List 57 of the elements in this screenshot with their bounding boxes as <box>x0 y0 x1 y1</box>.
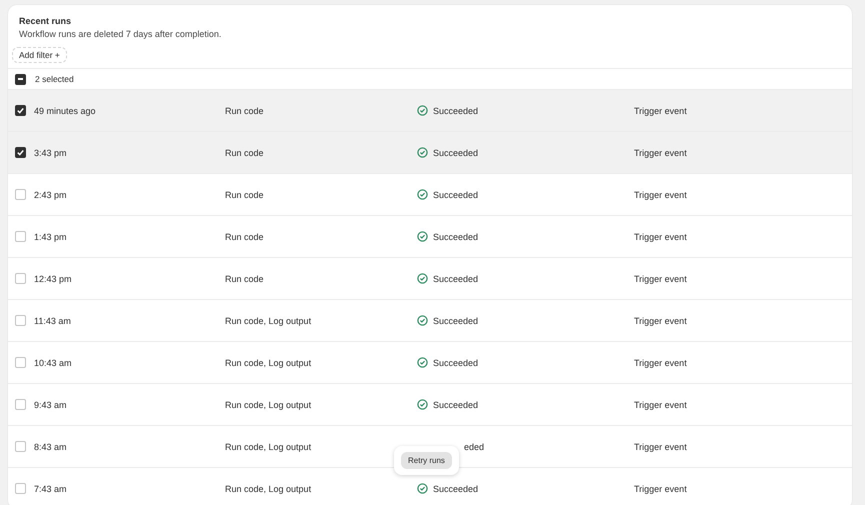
row-checkbox[interactable] <box>15 105 26 116</box>
run-steps: Run code, Log output <box>225 358 312 368</box>
run-steps: Run code <box>225 148 264 158</box>
trigger-text: Trigger event <box>634 400 687 410</box>
status-text: Succeeded <box>433 106 478 116</box>
check-circle-icon <box>417 399 428 410</box>
run-steps: Run code <box>225 274 264 284</box>
run-time: 1:43 pm <box>34 232 67 242</box>
check-circle-icon <box>417 357 428 368</box>
status-text: Succeeded <box>433 484 478 494</box>
check-circle-icon <box>417 189 428 200</box>
run-time: 8:43 am <box>34 442 67 452</box>
run-steps: Run code, Log output <box>225 316 312 326</box>
selection-count: 2 selected <box>35 74 74 84</box>
trigger-text: Trigger event <box>634 316 687 326</box>
trigger-text: Trigger event <box>634 442 687 452</box>
trigger-text: Trigger event <box>634 232 687 242</box>
run-time: 3:43 pm <box>34 148 67 158</box>
run-steps: Run code, Log output <box>225 400 312 410</box>
status-text: Succeeded <box>433 358 478 368</box>
status-text: Succeeded <box>433 400 478 410</box>
check-circle-icon <box>417 147 428 158</box>
run-steps: Run code <box>225 232 264 242</box>
trigger-text: Trigger event <box>634 358 687 368</box>
check-circle-icon <box>417 483 428 494</box>
check-circle-icon <box>417 273 428 284</box>
check-circle-icon <box>417 231 428 242</box>
select-all-checkbox[interactable] <box>15 74 26 84</box>
check-circle-icon <box>417 105 428 116</box>
run-steps: Run code <box>225 106 264 116</box>
trigger-text: Trigger event <box>634 106 687 116</box>
status-text: eded <box>464 442 484 452</box>
status-text: Succeeded <box>433 316 478 326</box>
row-checkbox[interactable] <box>15 147 26 158</box>
trigger-text: Trigger event <box>634 148 687 158</box>
run-time: 7:43 am <box>34 484 67 494</box>
run-time: 49 minutes ago <box>34 106 96 116</box>
card-subtitle: Workflow runs are deleted 7 days after completion. <box>19 29 222 39</box>
check-circle-icon <box>417 315 428 326</box>
run-time: 12:43 pm <box>34 274 72 284</box>
run-time: 2:43 pm <box>34 190 67 200</box>
run-steps: Run code <box>225 190 264 200</box>
retry-runs-button[interactable]: Retry runs <box>401 452 452 469</box>
trigger-text: Trigger event <box>634 190 687 200</box>
run-steps: Run code, Log output <box>225 442 312 452</box>
status-text: Succeeded <box>433 232 478 242</box>
trigger-text: Trigger event <box>634 274 687 284</box>
run-time: 9:43 am <box>34 400 67 410</box>
run-time: 10:43 am <box>34 358 72 368</box>
status-text: Succeeded <box>433 190 478 200</box>
run-time: 11:43 am <box>34 316 71 326</box>
run-steps: Run code, Log output <box>225 484 312 494</box>
add-filter-button[interactable]: Add filter + <box>12 47 67 63</box>
status-text: Succeeded <box>433 148 478 158</box>
card-title: Recent runs <box>19 16 72 26</box>
trigger-text: Trigger event <box>634 484 687 494</box>
status-text: Succeeded <box>433 274 478 284</box>
